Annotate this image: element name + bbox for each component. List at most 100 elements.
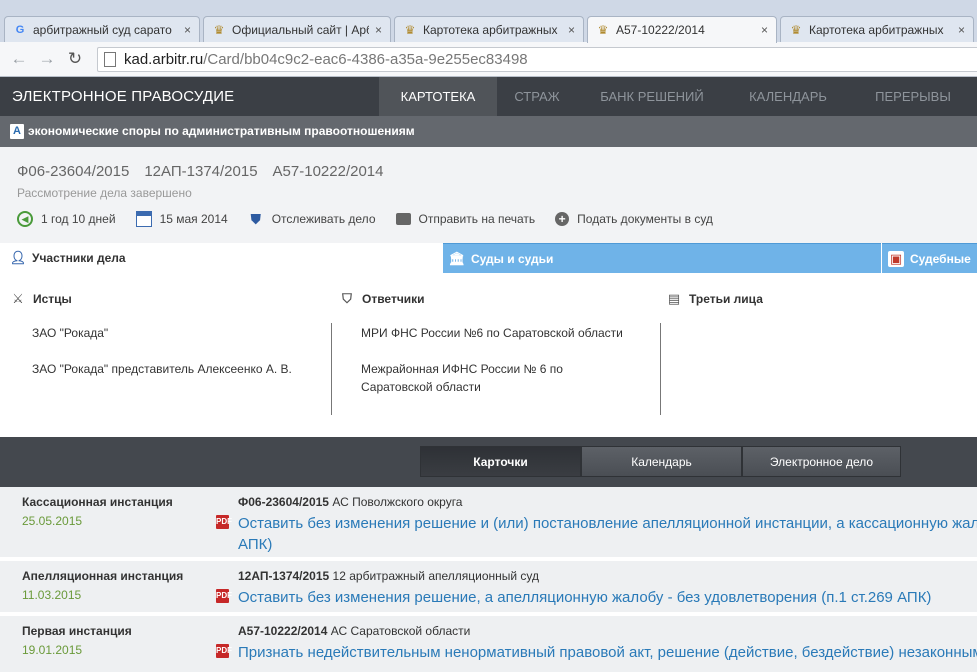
case-header: Ф06-23604/2015 12АП-1374/2015 А57-10222/… [0, 147, 977, 243]
defendants-column: ⛉ Ответчики МРИ ФНС России №6 по Саратов… [331, 273, 661, 437]
third-parties-title: Третьи лица [689, 292, 763, 306]
switch-electronic-case[interactable]: Электронное дело [742, 446, 901, 477]
browser-tab-title: А57-10222/2014 [616, 23, 705, 37]
instance-date: 11.03.2015 [22, 588, 82, 602]
instance-level: Апелляционная инстанция [22, 569, 184, 583]
instance-court: АС Поволжского округа [332, 495, 463, 509]
pdf-icon[interactable]: PDF [216, 515, 232, 529]
arbitration-category-icon: A [10, 124, 24, 139]
nav-calendar[interactable]: КАЛЕНДАРЬ [727, 77, 849, 116]
browser-tab-title: арбитражный суд сарато [33, 22, 172, 37]
decision-text-continued: АПК) [238, 536, 273, 553]
emblem-icon: ♛ [213, 22, 225, 37]
plaintiffs-column: ⚔ Истцы ЗАО "Рокада" ЗАО "Рокада" предст… [0, 273, 331, 437]
instance-decision-link[interactable]: Признать недействительным ненормативный … [238, 642, 977, 663]
close-tab-icon[interactable]: × [568, 23, 575, 37]
nav-bank-decisions[interactable]: БАНК РЕШЕНИЙ [577, 77, 727, 116]
instance-case-line: Ф06-23604/2015 АС Поволжского округа [238, 495, 462, 509]
track-case-button[interactable]: ⛊ Отслеживать дело [248, 210, 376, 227]
address-bar[interactable]: kad.arbitr.ru/Card/bb04c9c2-eac6-4386-a3… [97, 47, 977, 72]
defendants-heading: ⛉ Ответчики [339, 291, 425, 307]
plaintiff-item[interactable]: ЗАО "Рокада" представитель Алексеенко А.… [32, 360, 292, 378]
instance-date: 19.01.2015 [22, 643, 83, 657]
shield-icon: ⛉ [342, 291, 352, 306]
track-case-label: Отслеживать дело [271, 212, 376, 226]
emblem-icon: ♛ [597, 23, 609, 37]
plaintiffs-title: Истцы [33, 292, 72, 306]
case-category: экономические споры по административным … [28, 124, 415, 138]
defendant-item[interactable]: Межрайонная ИФНС России № 6 по [361, 360, 563, 378]
instance-decision-link[interactable]: Оставить без изменения решение, а апелля… [238, 587, 977, 608]
decision-text: Оставить без изменения решение и (или) п… [238, 515, 977, 532]
google-icon: G [15, 23, 25, 36]
decision-text: Оставить без изменения решение, а апелля… [238, 589, 932, 606]
browser-tab-active[interactable]: ♛ А57-10222/2014 × [587, 16, 777, 43]
submit-documents-button[interactable]: + Подать документы в суд [555, 212, 713, 226]
browser-tab-title: Картотека арбитражных [809, 22, 944, 37]
browser-tab-5[interactable]: ♛ Картотека арбитражных × [780, 16, 974, 42]
emblem-icon: ♛ [404, 22, 416, 37]
printer-icon [395, 213, 411, 225]
instance-row: Первая инстанция 19.01.2015 А57-10222/20… [0, 616, 977, 672]
print-label: Отправить на печать [418, 212, 536, 226]
tab-documents-label: Судебные [910, 251, 971, 266]
defendants-title: Ответчики [362, 292, 425, 306]
forward-arrow-icon[interactable]: → [36, 48, 58, 70]
browser-tab-title: Официальный сайт | Арб [232, 22, 369, 37]
nav-breaks[interactable]: ПЕРЕРЫВЫ [849, 77, 977, 116]
browser-tab-3[interactable]: ♛ Картотека арбитражных × [394, 16, 584, 42]
site-header: ЭЛЕКТРОННОЕ ПРАВОСУДИЕ КАРТОТЕКА СТРАЖ Б… [0, 77, 977, 116]
instance-case-number[interactable]: А57-10222/2014 [238, 624, 327, 638]
decision-text: Признать недействительным ненормативный … [238, 644, 977, 661]
top-navigation: КАРТОТЕКА СТРАЖ БАНК РЕШЕНИЙ КАЛЕНДАРЬ П… [379, 77, 977, 116]
case-start-date-label: 15 мая 2014 [159, 212, 228, 226]
case-number-appeal: 12АП-1374/2015 [144, 163, 258, 180]
case-start-date: 15 мая 2014 [135, 211, 228, 227]
page-icon [104, 52, 116, 67]
parties-panel: ⚔ Истцы ЗАО "Рокада" ЗАО "Рокада" предст… [0, 273, 977, 437]
instance-case-line: 12АП-1374/2015 12 арбитражный апелляцион… [238, 569, 539, 583]
calendar-icon [135, 211, 152, 227]
instances-list: Кассационная инстанция 25.05.2015 Ф06-23… [0, 487, 977, 672]
print-button[interactable]: Отправить на печать [395, 212, 536, 226]
instance-date: 25.05.2015 [22, 514, 83, 528]
pdf-icon[interactable]: PDF [216, 644, 232, 658]
nav-strazh[interactable]: СТРАЖ [497, 77, 577, 116]
instance-row: Кассационная инстанция 25.05.2015 Ф06-23… [0, 487, 977, 561]
plaintiff-item[interactable]: ЗАО "Рокада" [32, 324, 108, 342]
nav-kartoteka[interactable]: КАРТОТЕКА [379, 77, 497, 116]
tab-courts[interactable]: 🏛︎ Суды и судьи [443, 243, 881, 273]
instance-case-number[interactable]: Ф06-23604/2015 [238, 495, 329, 509]
document-icon: ▣ [888, 250, 904, 267]
instance-decision-link[interactable]: Оставить без изменения решение и (или) п… [238, 513, 977, 555]
defendant-item[interactable]: МРИ ФНС России №6 по Саратовской области [361, 324, 623, 342]
close-tab-icon[interactable]: × [958, 23, 965, 37]
close-tab-icon[interactable]: × [375, 23, 382, 37]
close-tab-icon[interactable]: × [184, 23, 191, 37]
browser-tab-2[interactable]: ♛ Официальный сайт | Арб × [203, 16, 391, 42]
browser-tab-strip: G арбитражный суд сарато × ♛ Официальный… [0, 0, 977, 43]
plaintiffs-heading: ⚔ Истцы [10, 291, 72, 307]
switch-cards[interactable]: Карточки [420, 446, 581, 477]
case-duration-label: 1 год 10 дней [41, 212, 116, 226]
tab-participants[interactable]: 👤︎ Участники дела [0, 243, 443, 273]
browser-tab-1[interactable]: G арбитражный суд сарато × [4, 16, 200, 42]
case-actions: ◀ 1 год 10 дней 15 мая 2014 ⛊ Отслеживат… [17, 211, 733, 227]
case-number-first: А57-10222/2014 [272, 163, 384, 180]
instance-court: 12 арбитражный апелляционный суд [332, 569, 540, 583]
defendant-item-continued[interactable]: Саратовской области [361, 378, 481, 396]
back-arrow-icon[interactable]: ← [8, 48, 30, 70]
browser-tab-title: Картотека арбитражных [423, 22, 558, 37]
close-tab-icon[interactable]: × [761, 23, 768, 37]
shield-icon: ⛊ [250, 210, 261, 227]
site-brand[interactable]: ЭЛЕКТРОННОЕ ПРАВОСУДИЕ [12, 88, 234, 105]
pdf-icon[interactable]: PDF [216, 589, 232, 603]
instance-case-number[interactable]: 12АП-1374/2015 [238, 569, 329, 583]
tab-documents[interactable]: ▣ Судебные [882, 243, 977, 273]
courthouse-icon: 🏛︎ [448, 250, 466, 266]
instance-level: Кассационная инстанция [22, 495, 173, 509]
reload-icon[interactable]: ↻ [64, 48, 86, 70]
third-parties-heading: ▤ Третьи лица [666, 291, 763, 307]
clock-icon: ◀ [17, 211, 33, 227]
switch-calendar[interactable]: Календарь [581, 446, 742, 477]
